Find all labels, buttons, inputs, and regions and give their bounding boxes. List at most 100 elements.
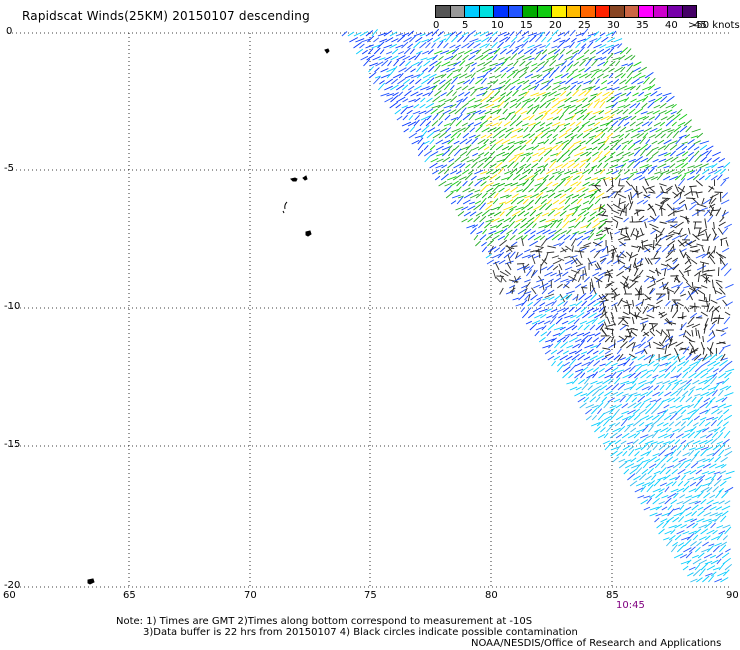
wind-barb: [509, 234, 516, 241]
wind-barb: [586, 389, 595, 397]
wind-barb: [599, 363, 606, 367]
wind-barb: [476, 230, 483, 235]
wind-barb: [547, 323, 555, 331]
wind-barb: [587, 41, 594, 49]
wind-barb: [684, 539, 692, 547]
wind-barb: [635, 85, 641, 91]
wind-barb: [671, 468, 678, 475]
wind-barb: [680, 174, 687, 181]
wind-barb: [529, 209, 537, 217]
wind-barb: [618, 186, 624, 193]
wind-barb: [544, 293, 555, 298]
island-chagos-1: [290, 177, 298, 182]
wind-barb: [427, 127, 436, 133]
wind-barb: [724, 223, 733, 229]
wind-barb: [472, 152, 478, 157]
wind-barb: [622, 108, 629, 115]
wind-barb: [416, 65, 422, 73]
wind-barb: [581, 361, 591, 367]
wind-barb: [556, 349, 564, 355]
wind-barb: [724, 526, 732, 535]
wind-barb: [626, 91, 632, 97]
wind-barb: [695, 469, 703, 475]
wind-barb: [547, 37, 553, 43]
wind-barb: [656, 277, 665, 283]
wind-barb: [626, 342, 635, 349]
wind-barb: [502, 155, 509, 163]
wind-barb: [723, 177, 730, 181]
wind-barb: [455, 120, 462, 127]
wind-barb: [559, 127, 567, 133]
wind-barb: [688, 151, 694, 157]
wind-barb: [700, 368, 709, 373]
wind-barb: [555, 143, 564, 151]
wind-barb: [433, 129, 441, 133]
wind-barb: [721, 327, 729, 331]
legend-label: 15: [520, 20, 533, 31]
wind-barb: [713, 471, 721, 475]
wind-barb: [464, 91, 471, 97]
wind-barb: [449, 44, 456, 49]
wind-barb: [486, 182, 494, 187]
wind-barb: [568, 159, 575, 163]
wind-barb: [478, 221, 485, 229]
wind-barb: [619, 395, 626, 403]
latitude-label: -5: [4, 163, 14, 174]
wind-barb: [596, 73, 604, 79]
wind-barb: [685, 512, 693, 517]
wind-barb: [709, 323, 716, 331]
wind-barb: [595, 396, 601, 403]
wind-barb: [484, 151, 490, 157]
wind-barb: [551, 360, 556, 367]
wind-barb: [572, 89, 580, 97]
wind-barb: [712, 486, 719, 493]
wind-barb: [594, 198, 601, 205]
wind-barb: [464, 65, 471, 73]
wind-barb: [722, 227, 729, 235]
wind-barb: [514, 107, 523, 115]
wind-barb: [640, 336, 646, 343]
wind-barb: [493, 247, 501, 253]
wind-barb: [447, 162, 455, 169]
wind-barb: [586, 336, 593, 343]
wind-barb: [500, 72, 507, 79]
wind-barb: [579, 245, 590, 249]
wind-barb: [620, 341, 628, 349]
wind-barb: [678, 461, 686, 469]
wind-barb: [570, 134, 578, 139]
wind-barb: [606, 245, 609, 254]
legend-swatch: [493, 5, 509, 18]
wind-barb: [724, 447, 732, 451]
wind-barb: [685, 353, 692, 361]
wind-barb: [541, 238, 548, 247]
wind-barb: [711, 330, 716, 337]
wind-barb: [664, 372, 671, 379]
wind-barb: [669, 144, 678, 151]
wind-barb: [650, 257, 660, 260]
wind-barb: [533, 121, 542, 127]
wind-barb: [699, 144, 708, 151]
wind-barb: [679, 494, 686, 499]
wind-barb: [666, 539, 673, 547]
legend-swatch: [536, 5, 552, 18]
wind-barb: [614, 422, 621, 427]
wind-barb: [620, 92, 627, 97]
wind-barb: [641, 317, 649, 320]
wind-barb: [566, 229, 572, 235]
wind-barb: [634, 451, 640, 457]
wind-barb: [600, 86, 607, 91]
wind-barb: [526, 269, 532, 277]
wind-barb: [670, 366, 677, 373]
wind-barb: [688, 155, 695, 163]
wind-barb: [545, 284, 552, 289]
wind-barb: [511, 241, 518, 247]
wind-barb: [465, 163, 471, 169]
wind-barb: [543, 60, 549, 67]
wind-barb: [671, 121, 677, 127]
wind-barb: [491, 234, 500, 241]
wind-barb: [652, 374, 659, 379]
wind-barb: [718, 500, 725, 505]
wind-barb: [403, 78, 411, 85]
wind-barb: [482, 228, 488, 235]
wind-barb: [545, 42, 551, 49]
